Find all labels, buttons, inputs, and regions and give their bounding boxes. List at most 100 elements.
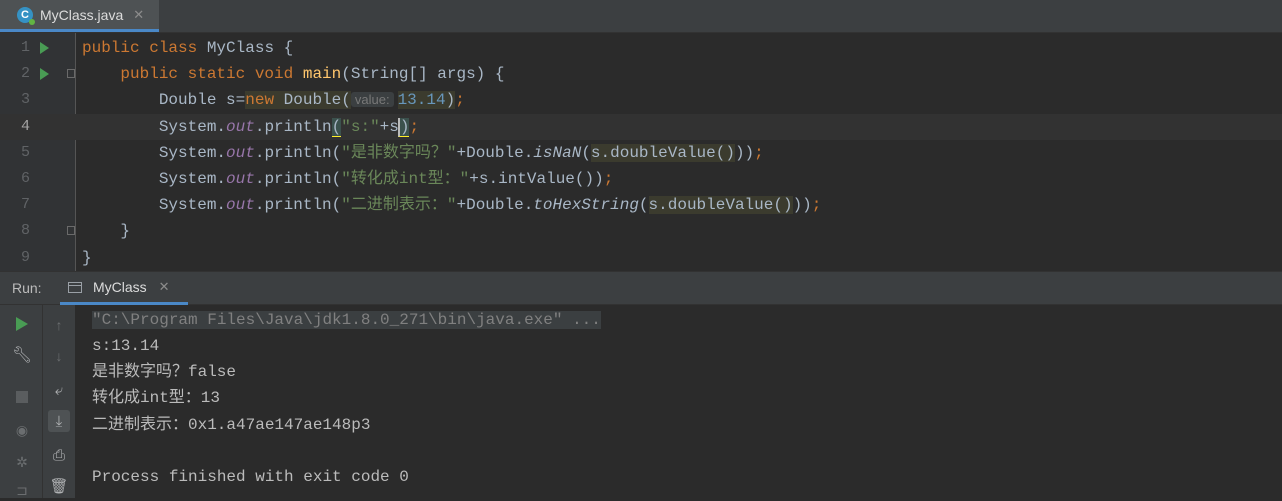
code-token: ) [445,91,456,110]
code-token: .println( [254,143,342,162]
code-line[interactable]: 9} [0,245,1282,271]
code-token: isNaN [533,143,582,162]
console-line: 转化成int型：13 [92,389,221,408]
camera-icon[interactable]: ◉ [11,419,33,441]
editor-tab-myclass[interactable]: C MyClass.java ✕ [0,0,159,32]
code-text: } [82,218,130,244]
code-token: s.doubleValue() [590,143,735,162]
code-token: .println( [254,170,342,188]
code-token: MyClass { [206,39,294,57]
code-token: new [245,91,284,110]
code-editor[interactable]: 1 public class MyClass {2 public static v… [0,33,1282,271]
console-icon [68,281,82,293]
close-icon[interactable]: ✕ [159,279,170,295]
wrench-icon[interactable]: 🔧︎ [11,344,33,366]
line-number: 6 [20,170,30,187]
fold-icon[interactable] [67,69,75,79]
code-token: "是非数字吗？" [341,143,457,162]
rerun-icon[interactable] [11,313,33,335]
code-token: +s.intValue()) [469,170,604,188]
run-panel: 🔧︎ ◉ ✲ ⊐ ↑ ↓ ⤶ ⤓ ⎙ 🗑︎ "C:\Program Files\… [0,305,1282,498]
line-number: 8 [20,222,30,240]
run-label: Run: [12,280,42,296]
code-token: ; [603,170,614,188]
code-line[interactable]: 8 } [0,218,1282,244]
settings-icon[interactable]: ✲ [11,451,33,473]
console-line: 是非数字吗？false [92,363,237,382]
code-text: public static void main(String[] args) { [82,61,504,87]
code-token: "s:" [341,117,380,136]
code-token: "二进制表示：" [341,196,457,215]
stop-icon[interactable] [11,386,33,408]
run-panel-header: Run: MyClass ✕ [0,271,1282,305]
code-token: out [226,196,255,215]
code-token: ; [409,117,420,136]
run-toolbar-secondary: ↑ ↓ ⤶ ⤓ ⎙ 🗑︎ [42,305,75,498]
arrow-down-icon[interactable]: ↓ [48,345,70,367]
code-token: } [82,248,92,267]
line-number: 5 [20,143,30,161]
code-token: public static void [82,65,303,84]
code-token: (String[] args) { [341,65,505,84]
print-icon[interactable]: ⎙ [48,444,70,466]
code-token: out [226,143,255,162]
code-text: System.out.println("s:"+s); [82,114,419,140]
run-gutter-icon[interactable] [40,42,49,54]
code-token: ; [455,91,465,110]
close-icon[interactable]: ✕ [133,7,144,23]
code-line[interactable]: 1 public class MyClass { [0,35,1282,61]
line-number: 7 [20,196,30,214]
code-token: +s [379,117,399,136]
code-token: System. [82,196,227,215]
trash-icon[interactable]: 🗑︎ [48,475,70,497]
code-line[interactable]: 2 public static void main(String[] args)… [0,61,1282,87]
console-command: "C:\Program Files\Java\jdk1.8.0_271\bin\… [92,311,601,329]
run-tab-myclass[interactable]: MyClass ✕ [60,272,188,305]
code-token: System. [82,143,227,162]
code-token: } [82,222,131,241]
code-token: ; [811,196,822,215]
java-class-icon: C [17,6,35,25]
code-token: ) [397,117,410,137]
run-toolbar-primary: 🔧︎ ◉ ✲ ⊐ [0,305,42,498]
console-line: Process finished with exit code 0 [92,468,409,486]
code-token: public class [82,39,207,57]
fold-icon[interactable] [67,226,75,236]
console-line: 二进制表示：0x1.a47ae147ae148p3 [92,415,371,434]
arrow-up-icon[interactable]: ↑ [48,314,70,336]
line-number: 4 [20,117,30,135]
parameter-hint: value: [350,92,394,108]
code-text: System.out.println("转化成int型："+s.intValue… [82,166,614,192]
code-line[interactable]: 5 System.out.println("是非数字吗？"+Double.isN… [0,140,1282,166]
code-text: public class MyClass { [82,35,293,61]
code-text: Double s=new Double(value: 13.14); [82,87,465,113]
code-line[interactable]: 4 System.out.println("s:"+s); [0,113,1282,140]
code-token: 13.14 [397,91,446,110]
code-token: Double( [283,91,351,110]
line-number: 2 [20,65,30,83]
editor-tab-bar: C MyClass.java ✕ [0,0,1282,33]
code-text: } [82,245,92,271]
code-line[interactable]: 3 Double s=new Double(value: 13.14); [0,87,1282,113]
code-text: System.out.println("是非数字吗？"+Double.isNaN… [82,140,764,166]
line-number: 3 [20,91,30,109]
code-token: +Double. [456,143,534,162]
code-line[interactable]: 6 System.out.println("转化成int型："+s.intVal… [0,166,1282,192]
run-gutter-icon[interactable] [40,68,49,81]
code-token: ( [638,196,649,215]
code-token: out [226,117,255,136]
code-token: ( [331,117,342,137]
soft-wrap-icon[interactable]: ⤶ [48,379,70,401]
code-token: toHexString [533,196,639,215]
console-line: s:13.14 [92,337,160,355]
editor-tab-title: MyClass.java [40,6,124,23]
code-token: ( [581,143,591,162]
code-text: System.out.println("二进制表示："+Double.toHex… [82,192,821,218]
line-number: 1 [20,39,30,56]
code-token: System. [82,117,227,136]
code-line[interactable]: 7 System.out.println("二进制表示："+Double.toH… [0,192,1282,218]
code-token: ; [754,143,764,162]
code-token: .println( [254,196,342,215]
scroll-to-end-icon[interactable]: ⤓ [48,410,70,432]
line-number: 9 [20,248,30,266]
